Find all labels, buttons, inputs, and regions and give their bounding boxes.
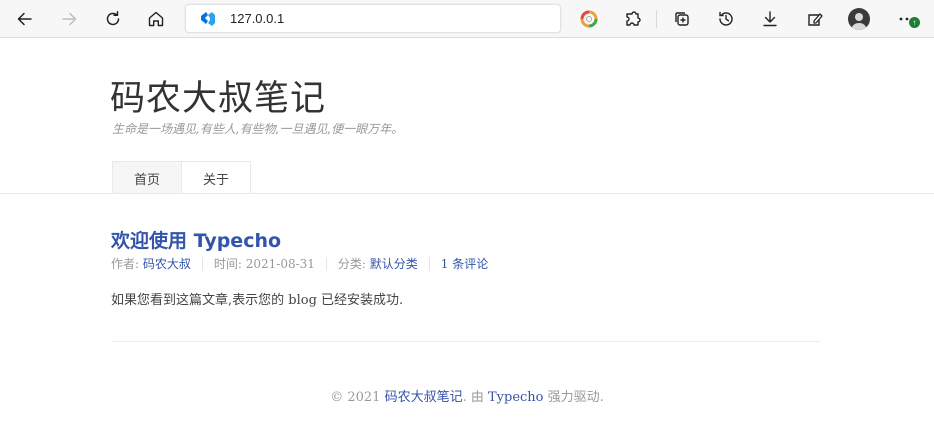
screenshot-button[interactable]	[800, 4, 830, 34]
post-title[interactable]: 欢迎使用 Typecho	[111, 226, 281, 253]
category-link[interactable]: 默认分类	[370, 257, 418, 271]
forward-button[interactable]	[54, 4, 84, 34]
collections-button[interactable]	[667, 4, 697, 34]
screenshot-icon	[808, 13, 823, 26]
forward-icon	[62, 12, 77, 26]
site-title[interactable]: 码农大叔笔记	[110, 70, 326, 121]
footer-site-link[interactable]: 码农大叔笔记	[385, 390, 463, 405]
browser-toolbar: 127.0.0.1 ↑	[0, 0, 934, 38]
post-meta: 作者: 码农大叔 时间: 2021-08-31 分类: 默认分类 1 条评论	[111, 257, 499, 271]
post-body: 如果您看到这篇文章,表示您的 blog 已经安装成功.	[111, 293, 404, 308]
toolbar-separator	[656, 10, 657, 28]
color-extension-button[interactable]	[574, 4, 604, 34]
extensions-button[interactable]	[618, 4, 648, 34]
profile-avatar[interactable]	[848, 8, 870, 30]
copyright-text: © 2021	[330, 390, 385, 405]
back-button[interactable]	[10, 4, 40, 34]
update-badge: ↑	[909, 17, 920, 28]
site-footer: © 2021 码农大叔笔记. 由 Typecho 强力驱动.	[0, 386, 934, 405]
download-button[interactable]	[755, 4, 785, 34]
refresh-icon	[106, 11, 120, 26]
comments-link[interactable]: 1 条评论	[428, 257, 499, 271]
collections-icon	[675, 12, 689, 26]
post-category: 分类: 默认分类	[325, 257, 429, 271]
post-author: 作者: 码农大叔	[111, 257, 202, 271]
extensions-icon	[626, 11, 641, 26]
home-icon	[148, 11, 164, 27]
nav-divider	[0, 193, 934, 194]
nav-item-about[interactable]: 关于	[181, 161, 251, 194]
typecho-link[interactable]: Typecho	[488, 390, 544, 405]
time-label: 时间:	[213, 257, 246, 271]
footer-powered-text: 强力驱动.	[543, 390, 604, 405]
color-extension-icon	[580, 10, 598, 28]
nav-item-home[interactable]: 首页	[112, 161, 182, 194]
refresh-button[interactable]	[98, 4, 128, 34]
footer-by-text: . 由	[462, 390, 488, 405]
history-button[interactable]	[711, 4, 741, 34]
download-icon	[763, 11, 777, 27]
content-divider	[111, 341, 820, 342]
person-icon	[851, 13, 867, 30]
back-icon	[17, 12, 32, 26]
author-link[interactable]: 码农大叔	[143, 257, 191, 271]
address-bar[interactable]: 127.0.0.1	[185, 4, 561, 33]
post-time: 时间: 2021-08-31	[201, 257, 326, 271]
author-label: 作者:	[111, 257, 143, 271]
site-icon	[201, 12, 215, 26]
history-icon	[719, 11, 733, 26]
site-description: 生命是一场遇见,有些人,有些物,一旦遇见,便一眼万年。	[112, 122, 404, 136]
category-label: 分类:	[337, 257, 370, 271]
time-value: 2021-08-31	[245, 257, 315, 271]
url-text[interactable]: 127.0.0.1	[230, 11, 284, 26]
home-button[interactable]	[141, 4, 171, 34]
